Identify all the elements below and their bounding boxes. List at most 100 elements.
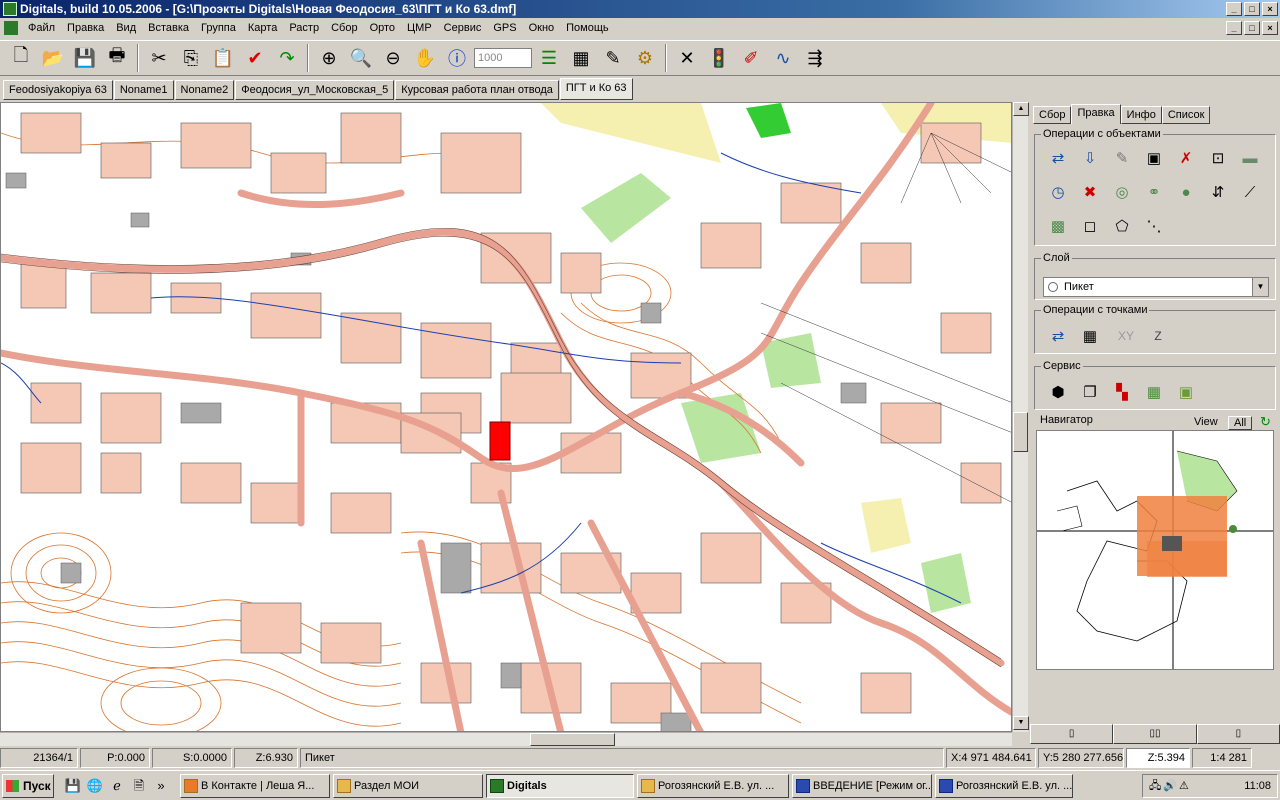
check-icon[interactable]: ✔ xyxy=(240,43,270,73)
paste-icon[interactable]: 📋 xyxy=(208,43,238,73)
color-grid-icon[interactable]: ▚ xyxy=(1109,379,1135,405)
menu-gps[interactable]: GPS xyxy=(487,18,522,38)
swap-icon[interactable]: ⇄ xyxy=(1045,145,1071,171)
vertical-scroll-thumb[interactable] xyxy=(1013,412,1028,452)
xy-button[interactable]: XY xyxy=(1109,323,1143,349)
quicklaunch-save-icon[interactable]: 💾 xyxy=(62,775,84,797)
delete-arc-icon[interactable]: ✖ xyxy=(1077,179,1103,205)
circle-icon[interactable]: ● xyxy=(1173,179,1199,205)
task-vkontakte[interactable]: В Контакте | Леша Я... xyxy=(180,773,330,798)
panel-layout-split-icon[interactable]: ▯▯ xyxy=(1113,724,1197,744)
union-icon[interactable]: ◎ xyxy=(1109,179,1135,205)
layer-select[interactable]: Пикет ▼ xyxy=(1043,277,1269,297)
quicklaunch-browser-icon[interactable]: 🌐 xyxy=(84,775,106,797)
start-button[interactable]: Пуск xyxy=(2,773,54,798)
square-icon[interactable]: ◻ xyxy=(1077,213,1103,239)
clock-icon[interactable]: ◷ xyxy=(1045,179,1071,205)
move-down-icon[interactable]: ⇩ xyxy=(1077,145,1103,171)
doc-minimize-button[interactable]: _ xyxy=(1226,21,1242,35)
menu-insert[interactable]: Вставка xyxy=(142,18,195,38)
doc-tab-feodosiyakopiya[interactable]: Feodosiyakopiya 63 xyxy=(3,80,113,100)
doc-tab-noname1[interactable]: Noname1 xyxy=(113,80,174,100)
line-bar-icon[interactable]: ▬ xyxy=(1237,145,1263,171)
pencil-line-icon[interactable]: ✎ xyxy=(1109,145,1135,171)
task-vvedenie[interactable]: ВВЕДЕНИЕ [Режим ог... xyxy=(792,773,932,798)
scale-input[interactable] xyxy=(474,48,532,68)
panel-layout-right-icon[interactable]: ▯ xyxy=(1196,724,1280,744)
map-drawing[interactable] xyxy=(1,103,1012,732)
refresh-icon[interactable]: ↻ xyxy=(1260,414,1271,430)
arrows-icon[interactable]: ⇶ xyxy=(800,43,830,73)
doc-tab-kursovaya[interactable]: Курсовая работа план отвода xyxy=(395,80,559,100)
traffic-light-icon[interactable]: 🚦 xyxy=(704,43,734,73)
doc-close-button[interactable]: × xyxy=(1262,21,1278,35)
print-icon[interactable]: 🖶 xyxy=(102,43,132,73)
navigator-drawing[interactable] xyxy=(1037,431,1273,669)
new-icon[interactable]: 🗋 xyxy=(6,43,36,73)
table-icon[interactable]: ▦ xyxy=(566,43,596,73)
document-icon[interactable] xyxy=(4,21,18,35)
tools-icon[interactable]: ⚙ xyxy=(630,43,660,73)
point-in-box-icon[interactable]: ⊡ xyxy=(1205,145,1231,171)
map-canvas[interactable] xyxy=(0,102,1012,732)
scroll-down-button[interactable]: ▼ xyxy=(1013,716,1029,730)
menu-map[interactable]: Карта xyxy=(242,18,283,38)
info-icon[interactable]: ⓘ xyxy=(442,43,472,73)
zoom-area-icon[interactable]: ⊕ xyxy=(314,43,344,73)
curve-icon[interactable]: ∿ xyxy=(768,43,798,73)
menu-collect[interactable]: Сбор xyxy=(325,18,363,38)
task-rogozyansky-1[interactable]: Рогозянский Е.В. ул. ... xyxy=(637,773,789,798)
maximize-button[interactable]: □ xyxy=(1244,2,1260,16)
navigator-canvas[interactable] xyxy=(1036,430,1274,670)
tab-edit[interactable]: Правка xyxy=(1071,104,1121,124)
cube-icon[interactable]: ⬢ xyxy=(1045,379,1071,405)
menu-help[interactable]: Помощь xyxy=(560,18,615,38)
diagonal-icon[interactable]: ⟋ xyxy=(1237,179,1263,205)
minimize-button[interactable]: _ xyxy=(1226,2,1242,16)
tab-info[interactable]: Инфо xyxy=(1120,106,1162,124)
close-button[interactable]: × xyxy=(1262,2,1278,16)
point-table-icon[interactable]: ▦ xyxy=(1077,323,1103,349)
horizontal-scrollbar[interactable] xyxy=(0,732,1012,746)
menu-raster[interactable]: Растр xyxy=(283,18,325,38)
vertical-scrollbar[interactable]: ▲ ▼ xyxy=(1012,102,1029,732)
task-razdel-moi[interactable]: Раздел МОИ xyxy=(333,773,483,798)
menu-dem[interactable]: ЦМР xyxy=(401,18,438,38)
doc-tab-feodosia-moskovskaya[interactable]: Феодосия_ул_Московская_5 xyxy=(235,80,395,100)
navigator-all-button[interactable]: All xyxy=(1228,416,1253,430)
menu-service[interactable]: Сервис xyxy=(438,18,488,38)
tab-collect[interactable]: Сбор xyxy=(1033,106,1072,124)
point-swap-icon[interactable]: ⇄ xyxy=(1045,323,1071,349)
tray-icons[interactable]: 🖧🔊⚠ xyxy=(1149,775,1191,797)
layers-icon[interactable]: ☰ xyxy=(534,43,564,73)
menu-window[interactable]: Окно xyxy=(523,18,561,38)
rotate-90-icon[interactable]: ▩ xyxy=(1045,213,1071,239)
frame-icon[interactable]: ▣ xyxy=(1141,145,1167,171)
quicklaunch-ie-icon[interactable]: ℯ xyxy=(106,775,128,797)
menu-ortho[interactable]: Орто xyxy=(364,18,401,38)
scroll-up-button[interactable]: ▲ xyxy=(1013,102,1029,116)
panel-layout-left-icon[interactable]: ▯ xyxy=(1030,724,1114,744)
quicklaunch-more-icon[interactable]: » xyxy=(150,775,172,797)
doc-tab-noname2[interactable]: Noname2 xyxy=(174,80,235,100)
horizontal-scroll-thumb[interactable] xyxy=(530,733,615,746)
menu-view[interactable]: Вид xyxy=(110,18,142,38)
copy-icon[interactable]: ⎘ xyxy=(176,43,206,73)
chevron-down-icon[interactable]: ▼ xyxy=(1252,278,1268,296)
open-icon[interactable]: 📂 xyxy=(38,43,68,73)
menu-file[interactable]: Файл xyxy=(22,18,61,38)
menu-group[interactable]: Группа xyxy=(195,18,242,38)
task-digitals[interactable]: Digitals xyxy=(486,773,634,798)
save-icon[interactable]: 💾 xyxy=(70,43,100,73)
zoom-in-icon[interactable]: 🔍 xyxy=(346,43,376,73)
stack-icon[interactable]: ❐ xyxy=(1077,379,1103,405)
navigator-view-button[interactable]: View xyxy=(1194,416,1218,428)
cut-icon[interactable]: ✂ xyxy=(144,43,174,73)
raster-grid-icon[interactable]: ▦ xyxy=(1141,379,1167,405)
raster-photo-icon[interactable]: ▣ xyxy=(1173,379,1199,405)
redo-icon[interactable]: ↷ xyxy=(272,43,302,73)
dz-icon[interactable]: ⇵ xyxy=(1205,179,1231,205)
form-edit-icon[interactable]: ✎ xyxy=(598,43,628,73)
zoom-out-icon[interactable]: ⊖ xyxy=(378,43,408,73)
quicklaunch-doc-icon[interactable]: 🗎 xyxy=(128,775,150,797)
